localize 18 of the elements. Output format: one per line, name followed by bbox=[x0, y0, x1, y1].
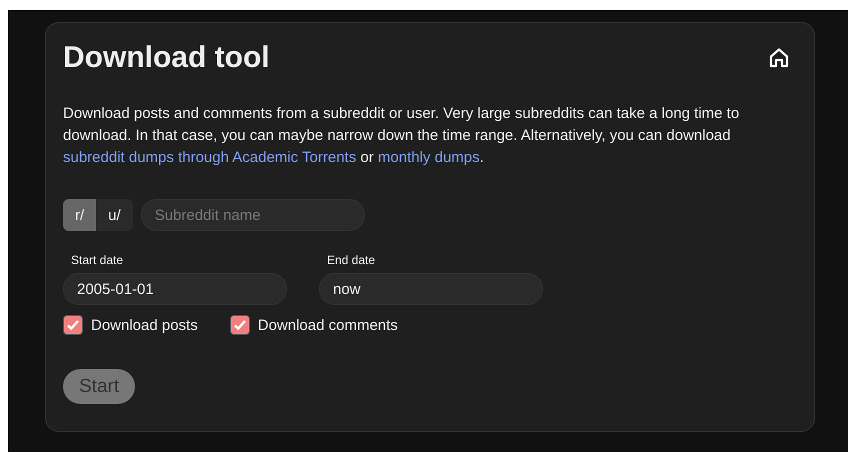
description: Download posts and comments from a subreddit or user. Very large subreddits can take a long time to download. In that case, you can maybe narrow down the time range. Alternatively, you can download subreddit dumps through Academic Torrents or monthly dumps. bbox=[63, 104, 740, 168]
link[interactable]: subreddit dumps through Academic Torrents bbox=[63, 149, 356, 166]
date-label: End date bbox=[326, 253, 376, 267]
check-icon bbox=[232, 318, 247, 332]
home-button[interactable] bbox=[767, 46, 791, 70]
home-icon bbox=[767, 46, 791, 70]
link[interactable]: monthly dumps bbox=[378, 149, 480, 166]
prefix-toggle[interactable]: r/ bbox=[63, 199, 96, 231]
checkbox[interactable] bbox=[230, 315, 250, 335]
date-label: Start date bbox=[70, 253, 124, 267]
checkbox-label: Download posts bbox=[91, 316, 198, 334]
check-icon bbox=[66, 318, 80, 332]
subreddit-name-field[interactable]: Subreddit name bbox=[140, 199, 365, 231]
date-field[interactable]: 2005-01-01 bbox=[63, 273, 287, 305]
page-title: Download tool bbox=[63, 41, 270, 75]
checkbox[interactable] bbox=[63, 315, 83, 335]
date-field[interactable]: now bbox=[319, 273, 543, 305]
checkbox-label: Download comments bbox=[258, 316, 398, 334]
